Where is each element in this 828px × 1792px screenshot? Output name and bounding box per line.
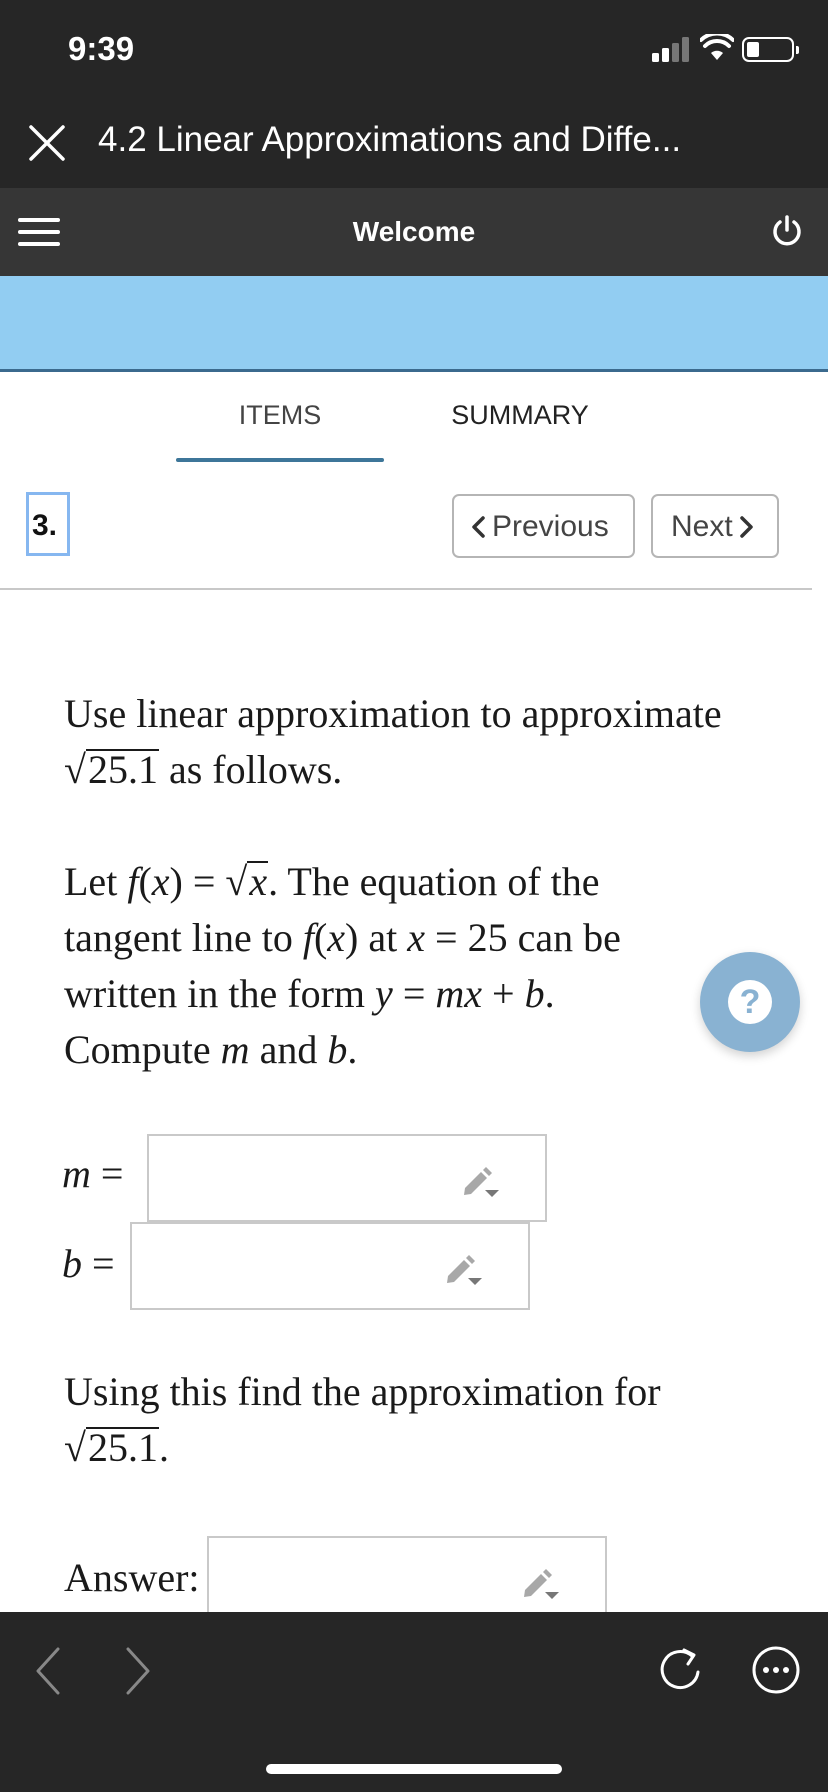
- pencil-dropdown-icon[interactable]: [442, 1250, 484, 1286]
- question-number: 3.: [26, 492, 70, 556]
- var-f: f: [127, 859, 139, 904]
- document-title: 4.2 Linear Approximations and Diffe...: [98, 120, 682, 159]
- tab-items[interactable]: ITEMS: [176, 400, 384, 431]
- radicand-x: x: [247, 859, 269, 904]
- text-and: and: [259, 1027, 318, 1072]
- sqrt-expression: √25.1: [64, 1425, 159, 1470]
- sqrt-expression: √25.1: [64, 747, 159, 792]
- question-body: Let f(x) = √x. The equation of the tange…: [64, 854, 704, 1078]
- var-x: x: [327, 915, 346, 960]
- forward-arrow-icon[interactable]: [124, 1646, 152, 1696]
- app-nav-bar: Welcome: [0, 188, 828, 276]
- help-icon: ?: [728, 980, 772, 1024]
- sqrt-x: √x: [225, 859, 269, 904]
- cellular-signal-icon: [652, 36, 692, 62]
- x-value: 25: [467, 915, 508, 960]
- b-label: b =: [62, 1241, 115, 1286]
- var-b: b: [327, 1027, 348, 1072]
- status-time: 9:39: [68, 30, 135, 67]
- header-banner: [0, 276, 828, 372]
- home-indicator: [266, 1764, 562, 1774]
- m-input[interactable]: [147, 1134, 547, 1222]
- var-x: x: [151, 859, 170, 904]
- m-label-var: m: [62, 1151, 91, 1196]
- power-icon[interactable]: [770, 214, 804, 248]
- intro-suffix: as follows.: [168, 747, 343, 792]
- text-at: at: [368, 915, 398, 960]
- previous-button[interactable]: Previous: [452, 494, 635, 558]
- pencil-dropdown-icon[interactable]: [519, 1564, 561, 1600]
- var-f: f: [302, 915, 314, 960]
- refresh-icon[interactable]: [654, 1644, 706, 1696]
- pencil-dropdown-icon[interactable]: [459, 1162, 501, 1198]
- equals-sign: =: [435, 915, 458, 960]
- chevron-left-icon: [472, 516, 485, 538]
- help-button[interactable]: ?: [700, 952, 800, 1052]
- next-button[interactable]: Next: [651, 494, 779, 558]
- var-x: x: [407, 915, 426, 960]
- active-tab-indicator: [176, 458, 384, 462]
- equals-sign: =: [402, 971, 426, 1016]
- close-icon[interactable]: [28, 124, 66, 162]
- var-m: m: [435, 971, 465, 1016]
- wifi-icon: [700, 34, 734, 60]
- var-m: m: [220, 1027, 250, 1072]
- header-divider: [0, 588, 812, 590]
- previous-label: Previous: [492, 510, 609, 543]
- answer-label: Answer:: [64, 1555, 200, 1600]
- chevron-right-icon: [739, 516, 753, 538]
- question-intro: Use linear approximation to approximate …: [64, 686, 764, 798]
- tab-summary[interactable]: SUMMARY: [410, 400, 630, 431]
- back-arrow-icon[interactable]: [34, 1646, 62, 1696]
- equals-sign: =: [192, 859, 216, 904]
- b-label-var: b: [62, 1241, 82, 1286]
- battery-icon: [742, 37, 799, 62]
- follow-text: Using this find the approximation for: [64, 1369, 661, 1414]
- status-bar: 9:39: [0, 0, 828, 90]
- nav-title: Welcome: [352, 216, 476, 247]
- var-x: x: [464, 971, 483, 1016]
- radicand: 25.1: [85, 747, 159, 792]
- intro-text: Use linear approximation to approximate: [64, 691, 722, 736]
- var-y: y: [375, 971, 393, 1016]
- b-input[interactable]: [130, 1222, 530, 1310]
- text-let: Let: [64, 859, 118, 904]
- plus-sign: +: [492, 971, 515, 1016]
- m-label: m =: [62, 1151, 124, 1196]
- more-icon[interactable]: [750, 1644, 802, 1696]
- var-b: b: [524, 971, 545, 1016]
- follow-radicand: 25.1: [85, 1425, 159, 1470]
- document-title-bar: 4.2 Linear Approximations and Diffe...: [0, 90, 828, 188]
- follow-up-text: Using this find the approximation for √2…: [64, 1364, 764, 1476]
- text-compute: Compute: [64, 1027, 211, 1072]
- next-label: Next: [671, 510, 733, 543]
